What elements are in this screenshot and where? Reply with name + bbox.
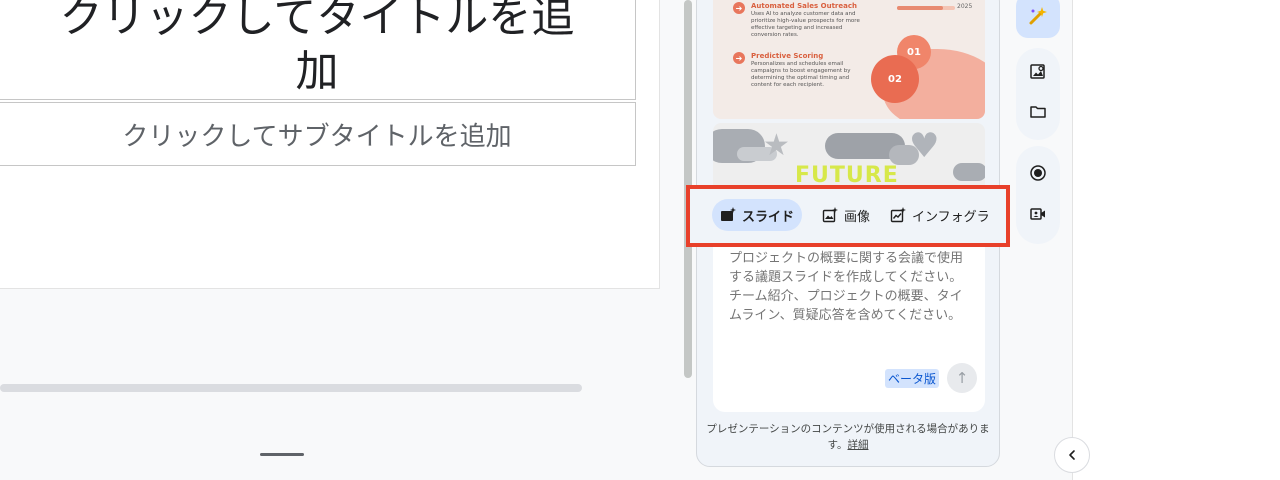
collapse-panel-button[interactable] (1054, 437, 1090, 473)
record-button[interactable] (1016, 153, 1060, 193)
prompt-input-card[interactable]: プロジェクトの概要に関する会議で使用する議題スライドを作成してください。チーム紹… (713, 245, 985, 412)
video-call-icon (1030, 208, 1045, 220)
chrome-shape (953, 163, 985, 181)
star-shape: ★ (763, 128, 790, 163)
thumbnail-progress-bar (897, 6, 955, 10)
title-placeholder[interactable]: クリックしてタイトルを追 加 (0, 0, 636, 100)
rail-group-media (1016, 48, 1060, 140)
arrow-icon: ➔ (733, 2, 745, 14)
thumbnail-item-1: ➔ Automated Sales Outreach Uses AI to an… (733, 2, 861, 39)
tool-slide-label: スライド (742, 209, 795, 225)
gemini-sparkle-icon (1029, 7, 1047, 25)
disclaimer-text: プレゼンテーションのコンテンツが使用される場合がありま す。詳細 (697, 421, 999, 453)
prompt-input[interactable]: プロジェクトの概要に関する会議で使用する議題スライドを作成してください。チーム紹… (729, 249, 975, 325)
tool-selector-highlight: スライド 画像 インフォグラ (686, 185, 1010, 247)
tool-infographic-button[interactable]: インフォグラ (882, 199, 998, 231)
arrow-up-icon: ↑ (955, 369, 969, 387)
speaker-notes-drag-handle[interactable] (260, 453, 304, 456)
thumbnail-item-title: Predictive Scoring (751, 52, 824, 60)
subtitle-text: クリックしてサブタイトルを追加 (122, 121, 512, 152)
thumbnail-item-2: ➔ Predictive Scoring Personalizes and sc… (733, 52, 861, 89)
slide-canvas: クリックしてタイトルを追 加 クリックしてサブタイトルを追加 (0, 0, 660, 289)
right-margin (1073, 0, 1280, 480)
folder-icon (1030, 106, 1046, 118)
image-search-button[interactable] (1016, 52, 1060, 92)
learn-more-link[interactable]: 詳細 (847, 439, 868, 451)
title-text-line1: クリックしてタイトルを追 (59, 0, 575, 43)
video-call-button[interactable] (1016, 194, 1060, 234)
arrow-icon: ➔ (733, 52, 745, 64)
bubble-02-label: 02 (888, 73, 902, 85)
horizontal-scrollbar[interactable] (0, 384, 582, 392)
subtitle-placeholder[interactable]: クリックしてサブタイトルを追加 (0, 102, 636, 166)
tool-image-label: 画像 (844, 209, 871, 225)
slide-sparkle-icon (721, 207, 736, 221)
image-sparkle-icon (822, 207, 838, 223)
image-search-icon (1030, 64, 1045, 79)
gemini-button[interactable] (1016, 0, 1060, 38)
chart-sparkle-icon (890, 207, 906, 223)
bubble-01-label: 01 (907, 46, 921, 58)
rail-group-record (1016, 146, 1060, 244)
send-button[interactable]: ↑ (947, 363, 977, 393)
title-text-line2: 加 (295, 47, 339, 97)
tool-slide-button[interactable]: スライド (712, 199, 803, 231)
app-root: クリックしてタイトルを追 加 クリックしてサブタイトルを追加 ➔ Automat… (0, 0, 1280, 480)
heart-shape: ♥ (909, 126, 940, 166)
tool-image-button[interactable]: 画像 (814, 199, 878, 231)
folder-button[interactable] (1016, 92, 1060, 132)
beta-badge: ベータ版 (885, 369, 940, 388)
tool-infographic-label: インフォグラ (912, 209, 990, 225)
thumbnail-item-body: Personalizes and schedules email campaig… (751, 61, 851, 88)
thumbnail-item-body: Uses AI to analyze customer data and pri… (751, 11, 860, 38)
chevron-left-icon (1069, 450, 1075, 460)
thumbnail-item-title: Automated Sales Outreach (751, 2, 857, 10)
record-icon (1030, 165, 1046, 181)
suggestion-thumbnail-marketing[interactable]: ➔ Automated Sales Outreach Uses AI to an… (713, 0, 985, 119)
bubble-02: 02 (871, 55, 919, 103)
thumbnail-year: 2025 (957, 3, 973, 10)
